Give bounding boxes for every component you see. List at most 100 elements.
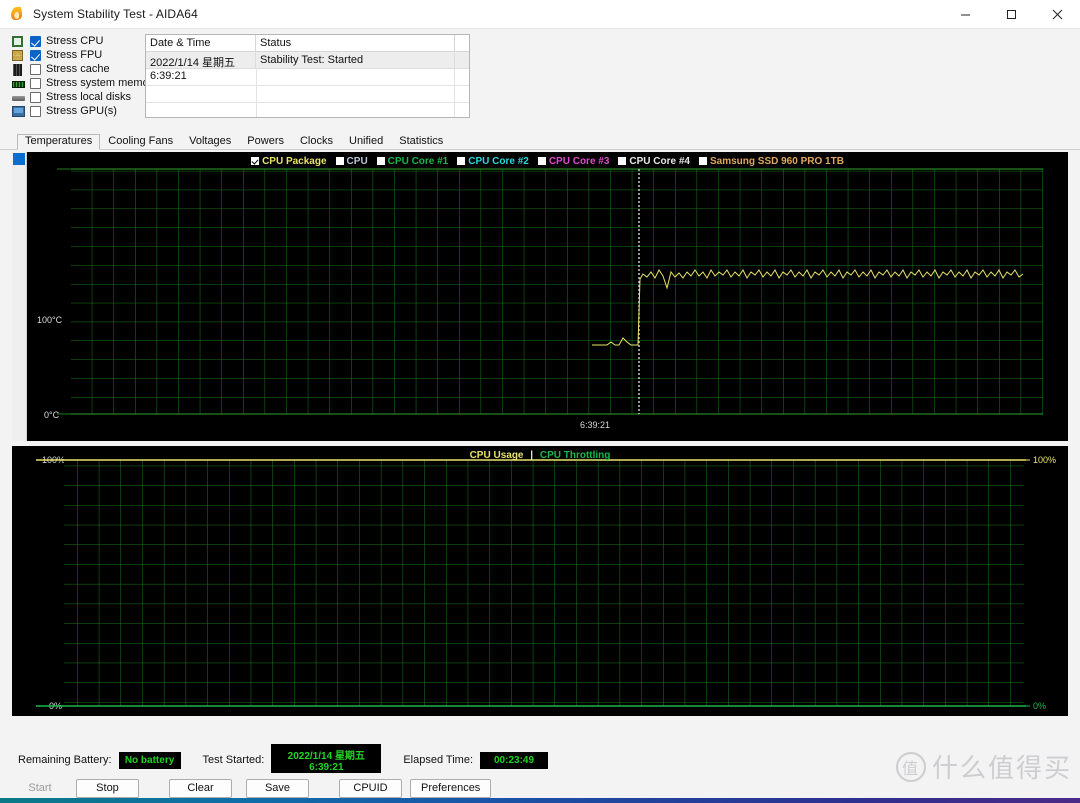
top-panel: Stress CPU Stress FPU Stress cache Stres… (0, 29, 1080, 134)
stress-cpu-checkbox[interactable] (30, 35, 41, 47)
start-button-label: Start (28, 782, 52, 794)
cell-datetime: 2022/1/14 星期五 6:39:21 (146, 52, 256, 82)
start-button[interactable]: Start (12, 779, 68, 798)
cpu-usage-chart: CPU Usage | CPU Throttling 100% 0% 100% … (12, 446, 1068, 716)
maximize-icon[interactable] (988, 0, 1034, 28)
event-log-table[interactable]: Date & Time Status 2022/1/14 星期五 6:39:21… (145, 34, 470, 118)
legend-label: CPU Core #1 (387, 155, 449, 167)
legend-item-cpu-package[interactable]: CPU Package (251, 155, 327, 167)
save-button[interactable]: Save (246, 778, 309, 798)
usage-title-separator: | (530, 450, 534, 461)
usage-title-cpu-usage: CPU Usage (469, 450, 524, 461)
temperature-chart-scrollbar[interactable] (12, 152, 27, 441)
legend-item-samsung-ssd[interactable]: Samsung SSD 960 PRO 1TB (698, 155, 844, 167)
temperature-legend: CPU Package CPU CPU Core #1 CPU Core #2 (27, 155, 1068, 167)
tab-powers[interactable]: Powers (239, 134, 292, 149)
legend-checkbox-icon[interactable] (698, 157, 707, 165)
scrollbar-thumb[interactable] (13, 153, 25, 165)
column-header-datetime: Date & Time (146, 35, 256, 51)
legend-item-cpu-core-1[interactable]: CPU Core #1 (376, 155, 449, 167)
status-bar: Remaining Battery: No battery Test Start… (0, 744, 1080, 776)
preferences-button-label: Preferences (421, 782, 481, 794)
tab-voltages[interactable]: Voltages (181, 134, 239, 149)
close-icon[interactable] (1034, 0, 1080, 28)
legend-item-cpu-core-3[interactable]: CPU Core #3 (537, 155, 610, 167)
temperature-plot-body: CPU Package CPU CPU Core #1 CPU Core #2 (27, 152, 1068, 441)
legend-checkbox-icon[interactable] (335, 157, 344, 165)
aida64-stability-window: System Stability Test - AIDA64 Stress CP… (0, 0, 1080, 803)
stress-option-disks[interactable]: Stress local disks (12, 90, 140, 104)
tab-statistics[interactable]: Statistics (391, 134, 451, 149)
window-title: System Stability Test - AIDA64 (33, 7, 198, 21)
minimize-icon[interactable] (942, 0, 988, 28)
table-row[interactable]: 2022/1/14 星期五 6:39:21 Stability Test: St… (146, 52, 469, 82)
legend-checkbox-icon[interactable] (376, 157, 385, 165)
clear-button[interactable]: Clear (169, 778, 232, 798)
elapsed-time-label: Elapsed Time: (403, 754, 474, 766)
cell-status: Stability Test: Started (256, 52, 455, 68)
stress-disks-checkbox[interactable] (30, 91, 41, 103)
title-bar: System Stability Test - AIDA64 (0, 0, 1080, 29)
temperature-plot-svg (57, 168, 1043, 415)
elapsed-time-value: 00:23:49 (480, 751, 549, 769)
stress-memory-checkbox[interactable] (30, 77, 41, 89)
column-header-status: Status (256, 35, 455, 51)
stress-option-cpu[interactable]: Stress CPU (12, 34, 140, 48)
legend-label: CPU Core #4 (629, 155, 690, 167)
stress-memory-label: Stress system memory (46, 77, 158, 89)
legend-label: CPU (346, 155, 368, 167)
stress-option-memory[interactable]: Stress system memory (12, 76, 158, 90)
stress-disks-label: Stress local disks (46, 91, 131, 103)
gpu-monitor-icon (12, 105, 25, 117)
tab-clocks[interactable]: Clocks (292, 134, 341, 149)
stress-options-list: Stress CPU Stress FPU Stress cache Stres… (12, 34, 158, 134)
tab-temperatures[interactable]: Temperatures (17, 134, 101, 150)
legend-checkbox-icon[interactable] (457, 157, 466, 165)
stop-button[interactable]: Stop (76, 778, 139, 798)
legend-label: CPU Package (262, 155, 327, 167)
usage-chart-title: CPU Usage | CPU Throttling (12, 450, 1068, 461)
stress-fpu-label: Stress FPU (46, 49, 103, 61)
cpuid-button-label: CPUID (353, 782, 388, 794)
test-started-label: Test Started: (202, 754, 265, 766)
clear-button-label: Clear (187, 782, 214, 794)
save-button-label: Save (264, 782, 291, 794)
usage-plot-svg (36, 459, 1030, 707)
stress-option-cache[interactable]: Stress cache (12, 62, 140, 76)
cache-icon (12, 63, 25, 76)
legend-checkbox-icon[interactable] (618, 157, 627, 165)
stress-option-gpu[interactable]: Stress GPU(s) (12, 104, 140, 118)
taskbar-strip (0, 798, 1080, 803)
legend-item-cpu[interactable]: CPU (335, 155, 368, 167)
table-row-empty (146, 69, 469, 86)
flame-icon (9, 6, 25, 22)
stress-option-fpu[interactable]: Stress FPU (12, 48, 140, 62)
stress-gpu-checkbox[interactable] (30, 105, 41, 117)
test-started-value: 2022/1/14 星期五 6:39:21 (271, 744, 382, 776)
legend-checkbox-icon[interactable] (251, 157, 260, 165)
legend-item-cpu-core-4[interactable]: CPU Core #4 (618, 156, 690, 167)
temperature-chart: CPU Package CPU CPU Core #1 CPU Core #2 (12, 152, 1068, 441)
usage-title-cpu-throttling: CPU Throttling (539, 450, 611, 461)
charts-area: CPU Package CPU CPU Core #1 CPU Core #2 (0, 150, 1080, 747)
tab-cooling-fans[interactable]: Cooling Fans (100, 134, 181, 149)
legend-label: CPU Core #2 (468, 155, 529, 167)
table-header: Date & Time Status (146, 35, 469, 52)
tab-bar: Temperatures Cooling Fans Voltages Power… (0, 134, 1080, 150)
legend-label: CPU Core #3 (548, 155, 610, 167)
battery-value: No battery (118, 751, 181, 769)
memory-module-icon (12, 78, 25, 89)
stress-fpu-checkbox[interactable] (30, 49, 41, 61)
fpu-chip-icon (12, 49, 25, 61)
preferences-button[interactable]: Preferences (410, 778, 492, 798)
legend-label: Samsung SSD 960 PRO 1TB (709, 155, 844, 167)
tab-unified[interactable]: Unified (341, 134, 391, 149)
stress-gpu-label: Stress GPU(s) (46, 105, 117, 117)
cpu-chip-icon (12, 35, 25, 47)
stress-cache-checkbox[interactable] (30, 63, 41, 75)
stress-cache-label: Stress cache (46, 63, 110, 75)
legend-item-cpu-core-2[interactable]: CPU Core #2 (457, 156, 529, 167)
table-row-empty (146, 86, 469, 103)
legend-checkbox-icon[interactable] (537, 157, 546, 165)
cpuid-button[interactable]: CPUID (339, 778, 402, 798)
